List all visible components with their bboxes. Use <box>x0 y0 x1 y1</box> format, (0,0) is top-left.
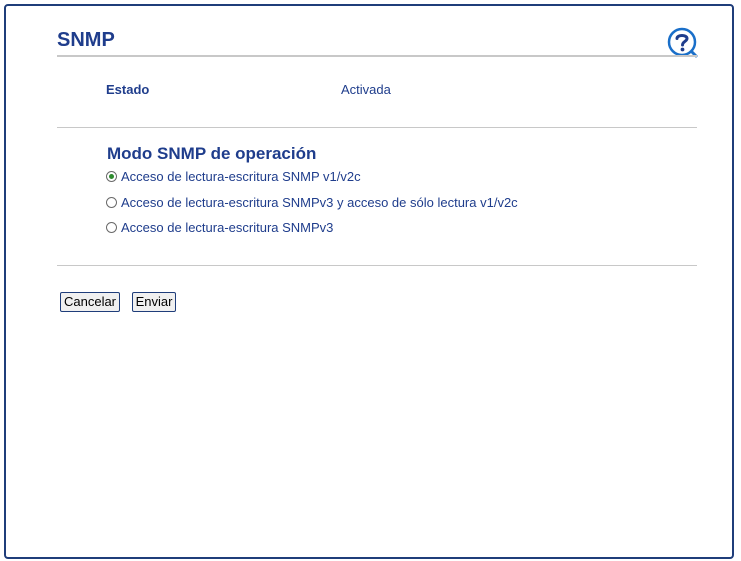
section-divider <box>57 127 697 128</box>
title-divider <box>57 55 697 57</box>
status-label: Estado <box>106 82 150 97</box>
snmp-mode-heading: Modo SNMP de operación <box>107 144 317 163</box>
radio-button-selected[interactable] <box>106 171 117 182</box>
snmp-mode-option-v3[interactable]: Acceso de lectura-escritura SNMPv3 <box>106 220 333 235</box>
status-value: Activada <box>341 82 391 97</box>
radio-button[interactable] <box>106 222 117 233</box>
snmp-mode-option-label: Acceso de lectura-escritura SNMPv3 y acc… <box>121 195 518 210</box>
snmp-mode-option-v1v2c[interactable]: Acceso de lectura-escritura SNMP v1/v2c <box>106 169 361 184</box>
snmp-mode-option-v3-and-v1v2c-readonly[interactable]: Acceso de lectura-escritura SNMPv3 y acc… <box>106 195 518 210</box>
snmp-mode-option-label: Acceso de lectura-escritura SNMP v1/v2c <box>121 169 361 184</box>
submit-button[interactable]: Enviar <box>132 292 176 312</box>
help-question-icon[interactable] <box>666 26 698 58</box>
section-divider <box>57 265 697 266</box>
page-title: SNMP <box>57 29 115 51</box>
snmp-mode-option-label: Acceso de lectura-escritura SNMPv3 <box>121 220 334 235</box>
cancel-button[interactable]: Cancelar <box>60 292 120 312</box>
settings-panel: SNMP Estado Activada Modo SNMP de operac… <box>4 4 734 559</box>
radio-button[interactable] <box>106 197 117 208</box>
